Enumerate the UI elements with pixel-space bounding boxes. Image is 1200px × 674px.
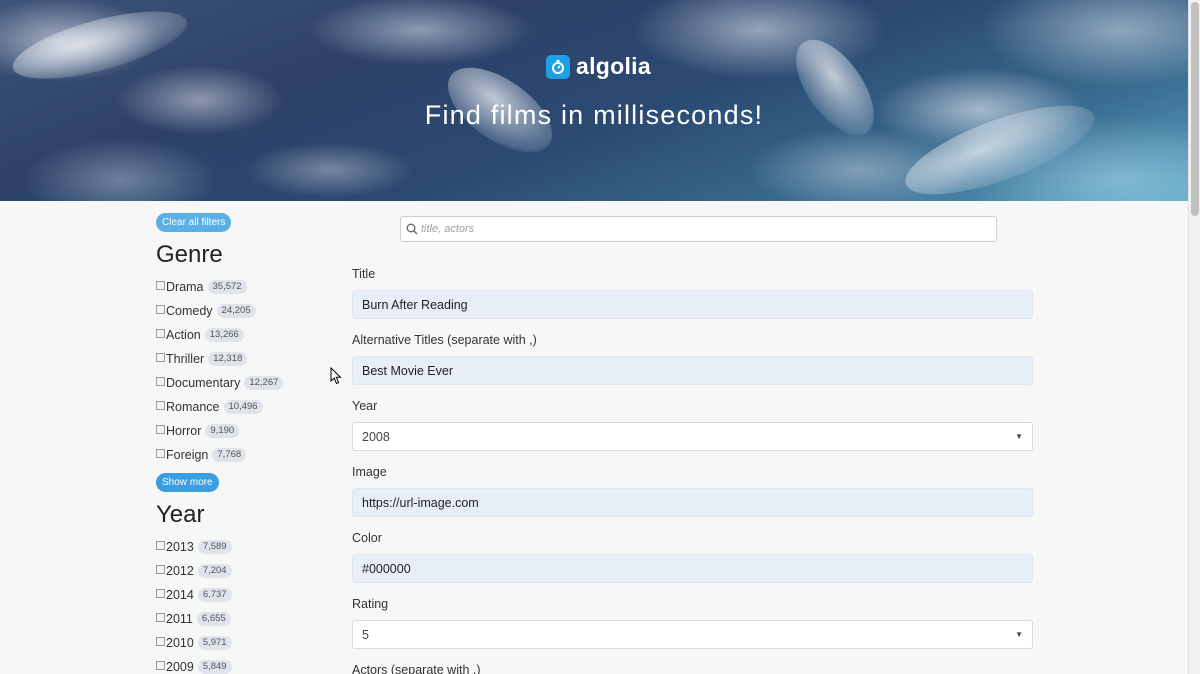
rating-select-value: 5	[362, 627, 369, 642]
year-select-value: 2008	[362, 429, 390, 444]
facet-item-genre[interactable]: Documentary 12,267	[156, 371, 326, 395]
facet-checkbox[interactable]	[156, 564, 165, 574]
brand-name: algolia	[576, 53, 651, 79]
facet-item-genre[interactable]: Action 13,266	[156, 323, 326, 347]
rating-select[interactable]: 5 ▼	[352, 620, 1033, 649]
facet-item-genre[interactable]: Comedy 24,205	[156, 299, 326, 323]
facet-checkbox[interactable]	[156, 352, 165, 362]
facet-label: Action	[166, 328, 201, 342]
facet-checkbox[interactable]	[156, 376, 165, 386]
facet-item-year[interactable]: 2012 7,204	[156, 559, 326, 583]
facet-checkbox[interactable]	[156, 400, 165, 410]
facet-label: Foreign	[166, 448, 209, 462]
facet-count-badge: 7,589	[197, 540, 232, 554]
facet-count-badge: 10,496	[223, 400, 263, 414]
color-field[interactable]: #000000	[352, 554, 1033, 583]
facet-item-genre[interactable]: Foreign 7,768	[156, 443, 326, 467]
facet-label: Drama	[166, 280, 204, 294]
facet-checkbox[interactable]	[156, 280, 165, 290]
facet-count-badge: 13,266	[204, 328, 244, 342]
show-more-button[interactable]: Show more	[156, 473, 219, 492]
mouse-pointer-icon	[330, 367, 342, 385]
facet-label: Comedy	[166, 304, 213, 318]
image-label: Image	[352, 465, 387, 479]
facet-item-year[interactable]: 2010 5,971	[156, 631, 326, 655]
facet-label: 2010	[166, 636, 194, 650]
facet-label: Romance	[166, 400, 220, 414]
facet-label: 2011	[166, 612, 193, 626]
year-select[interactable]: 2008 ▼	[352, 422, 1033, 451]
facet-item-genre[interactable]: Horror 9,190	[156, 419, 326, 443]
caret-down-icon: ▼	[1015, 432, 1023, 441]
facet-item-genre[interactable]: Drama 35,572	[156, 275, 326, 299]
facet-checkbox[interactable]	[156, 328, 165, 338]
facet-label: 2013	[166, 540, 194, 554]
title-field[interactable]: Burn After Reading	[352, 290, 1033, 319]
hero-water-shape	[6, 0, 194, 93]
actors-label: Actors (separate with ,)	[352, 663, 481, 674]
facet-item-genre[interactable]: Thriller 12,318	[156, 347, 326, 371]
facet-checkbox[interactable]	[156, 588, 165, 598]
search-box[interactable]	[400, 216, 997, 242]
facet-count-badge: 12,267	[244, 376, 284, 390]
facet-item-year[interactable]: 2014 6,737	[156, 583, 326, 607]
algolia-stopwatch-icon	[546, 54, 570, 79]
facet-checkbox[interactable]	[156, 448, 165, 458]
caret-down-icon: ▼	[1015, 630, 1023, 639]
facet-count-badge: 7,768	[212, 448, 247, 462]
facet-count-badge: 9,190	[205, 424, 240, 438]
facet-count-badge: 5,971	[197, 636, 232, 650]
alt-titles-field[interactable]: Best Movie Ever	[352, 356, 1033, 385]
facet-checkbox[interactable]	[156, 660, 165, 670]
search-input[interactable]	[421, 218, 991, 240]
image-url-field[interactable]: https://url-image.com	[352, 488, 1033, 517]
facet-count-badge: 6,655	[196, 612, 231, 626]
facet-count-badge: 5,849	[197, 660, 232, 674]
facet-label: Documentary	[166, 376, 241, 390]
page-scrollbar[interactable]	[1188, 0, 1200, 674]
facet-label: 2012	[166, 564, 194, 578]
facet-label: 2009	[166, 660, 194, 674]
movie-edit-form: Title Burn After Reading Alternative Tit…	[352, 266, 1033, 674]
facet-label: Thriller	[166, 352, 205, 366]
genre-facet-list: Drama 35,572 Comedy 24,205 Action 13,266 Th…	[156, 275, 326, 467]
search-icon	[406, 223, 418, 235]
scrollbar-thumb[interactable]	[1191, 2, 1199, 216]
facet-item-year[interactable]: 2013 7,589	[156, 535, 326, 559]
facet-label: 2014	[166, 588, 194, 602]
facet-count-badge: 35,572	[207, 280, 247, 294]
title-label: Title	[352, 267, 376, 281]
hero-banner: algolia Find films in milliseconds!	[0, 0, 1188, 201]
facet-checkbox[interactable]	[156, 636, 165, 646]
clear-all-filters-button[interactable]: Clear all filters	[156, 213, 232, 232]
facet-checkbox[interactable]	[156, 540, 165, 550]
genre-facet-title: Genre	[156, 241, 223, 268]
year-facet-title: Year	[156, 501, 205, 528]
facet-count-badge: 7,204	[197, 564, 232, 578]
color-label: Color	[352, 531, 382, 545]
facet-item-year[interactable]: 2011 6,655	[156, 607, 326, 631]
facet-checkbox[interactable]	[156, 424, 165, 434]
facet-item-year[interactable]: 2009 5,849	[156, 655, 326, 674]
facet-count-badge: 6,737	[197, 588, 232, 602]
year-label: Year	[352, 399, 378, 413]
alt-titles-label: Alternative Titles (separate with ,)	[352, 333, 537, 347]
facet-item-genre[interactable]: Romance 10,496	[156, 395, 326, 419]
year-facet-list: 2013 7,589 2012 7,204 2014 6,737 2011 6,655 …	[156, 535, 326, 674]
facet-label: Horror	[166, 424, 202, 438]
rating-label: Rating	[352, 597, 389, 611]
algolia-logo[interactable]: algolia	[546, 53, 651, 80]
facet-count-badge: 24,205	[216, 304, 256, 318]
facet-checkbox[interactable]	[156, 612, 165, 622]
facet-count-badge: 12,318	[208, 352, 248, 366]
hero-title: Find films in milliseconds!	[424, 100, 764, 130]
filters-sidebar: Clear all filters Genre Drama 35,572 Come…	[156, 212, 326, 674]
facet-checkbox[interactable]	[156, 304, 165, 314]
